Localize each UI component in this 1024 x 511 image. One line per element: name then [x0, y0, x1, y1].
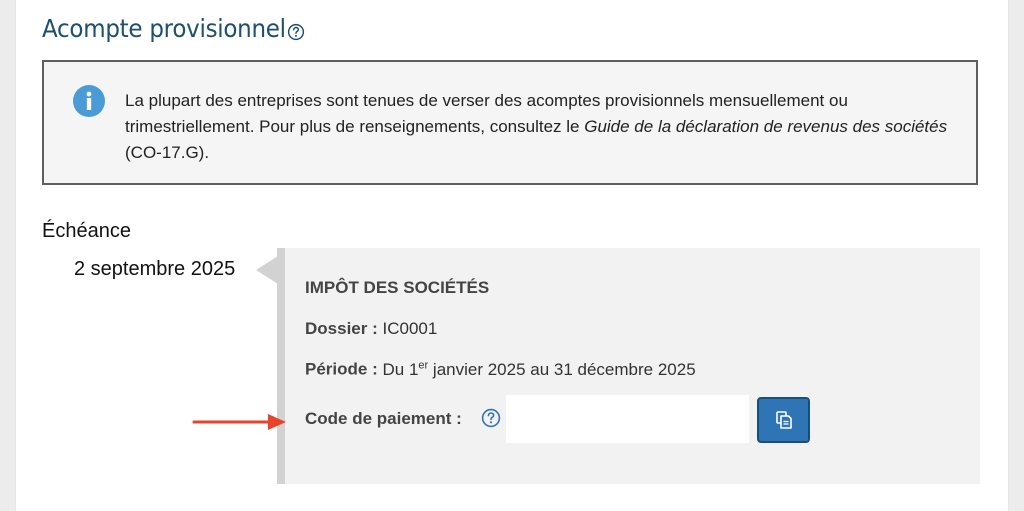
red-arrow-annotation — [192, 414, 286, 430]
code-help-icon[interactable] — [481, 408, 501, 428]
card-title: IMPÔT DES SOCIÉTÉS — [305, 278, 490, 297]
card-pointer — [256, 256, 278, 284]
copy-button[interactable] — [757, 397, 810, 443]
info-box: La plupart des entreprises sont tenues d… — [42, 60, 978, 185]
periode-row: Période : Du 1er janvier 2025 au 31 déce… — [305, 359, 696, 380]
page-title: Acompte provisionnel — [42, 14, 286, 43]
dossier-value: IC0001 — [382, 319, 438, 338]
code-label: Code de paiement : — [305, 409, 462, 428]
code-row: Code de paiement : — [305, 409, 462, 429]
payment-code-field[interactable] — [506, 395, 749, 443]
periode-suffix: janvier 2025 au 31 décembre 2025 — [428, 359, 696, 379]
help-icon[interactable] — [287, 23, 305, 41]
payment-card: IMPÔT DES SOCIÉTÉS Dossier : IC0001 Péri… — [277, 248, 980, 484]
deadline-label: Échéance — [42, 220, 131, 242]
periode-sup: er — [418, 359, 429, 371]
info-icon — [73, 85, 105, 117]
title-row: Acompte provisionnel — [42, 14, 307, 43]
deadline-date: 2 septembre 2025 — [74, 258, 236, 280]
periode-prefix: Du 1 — [382, 359, 419, 379]
periode-value: Du 1er janvier 2025 au 31 décembre 2025 — [382, 359, 696, 379]
info-text-part: (CO-17.G). — [125, 143, 210, 162]
guide-title: Guide de la déclaration de revenus des s… — [584, 117, 948, 136]
dossier-row: Dossier : IC0001 — [305, 319, 437, 339]
periode-label: Période : — [305, 359, 378, 379]
copy-icon — [775, 411, 792, 429]
info-text: La plupart des entreprises sont tenues d… — [125, 88, 955, 166]
dossier-label: Dossier : — [305, 319, 378, 338]
